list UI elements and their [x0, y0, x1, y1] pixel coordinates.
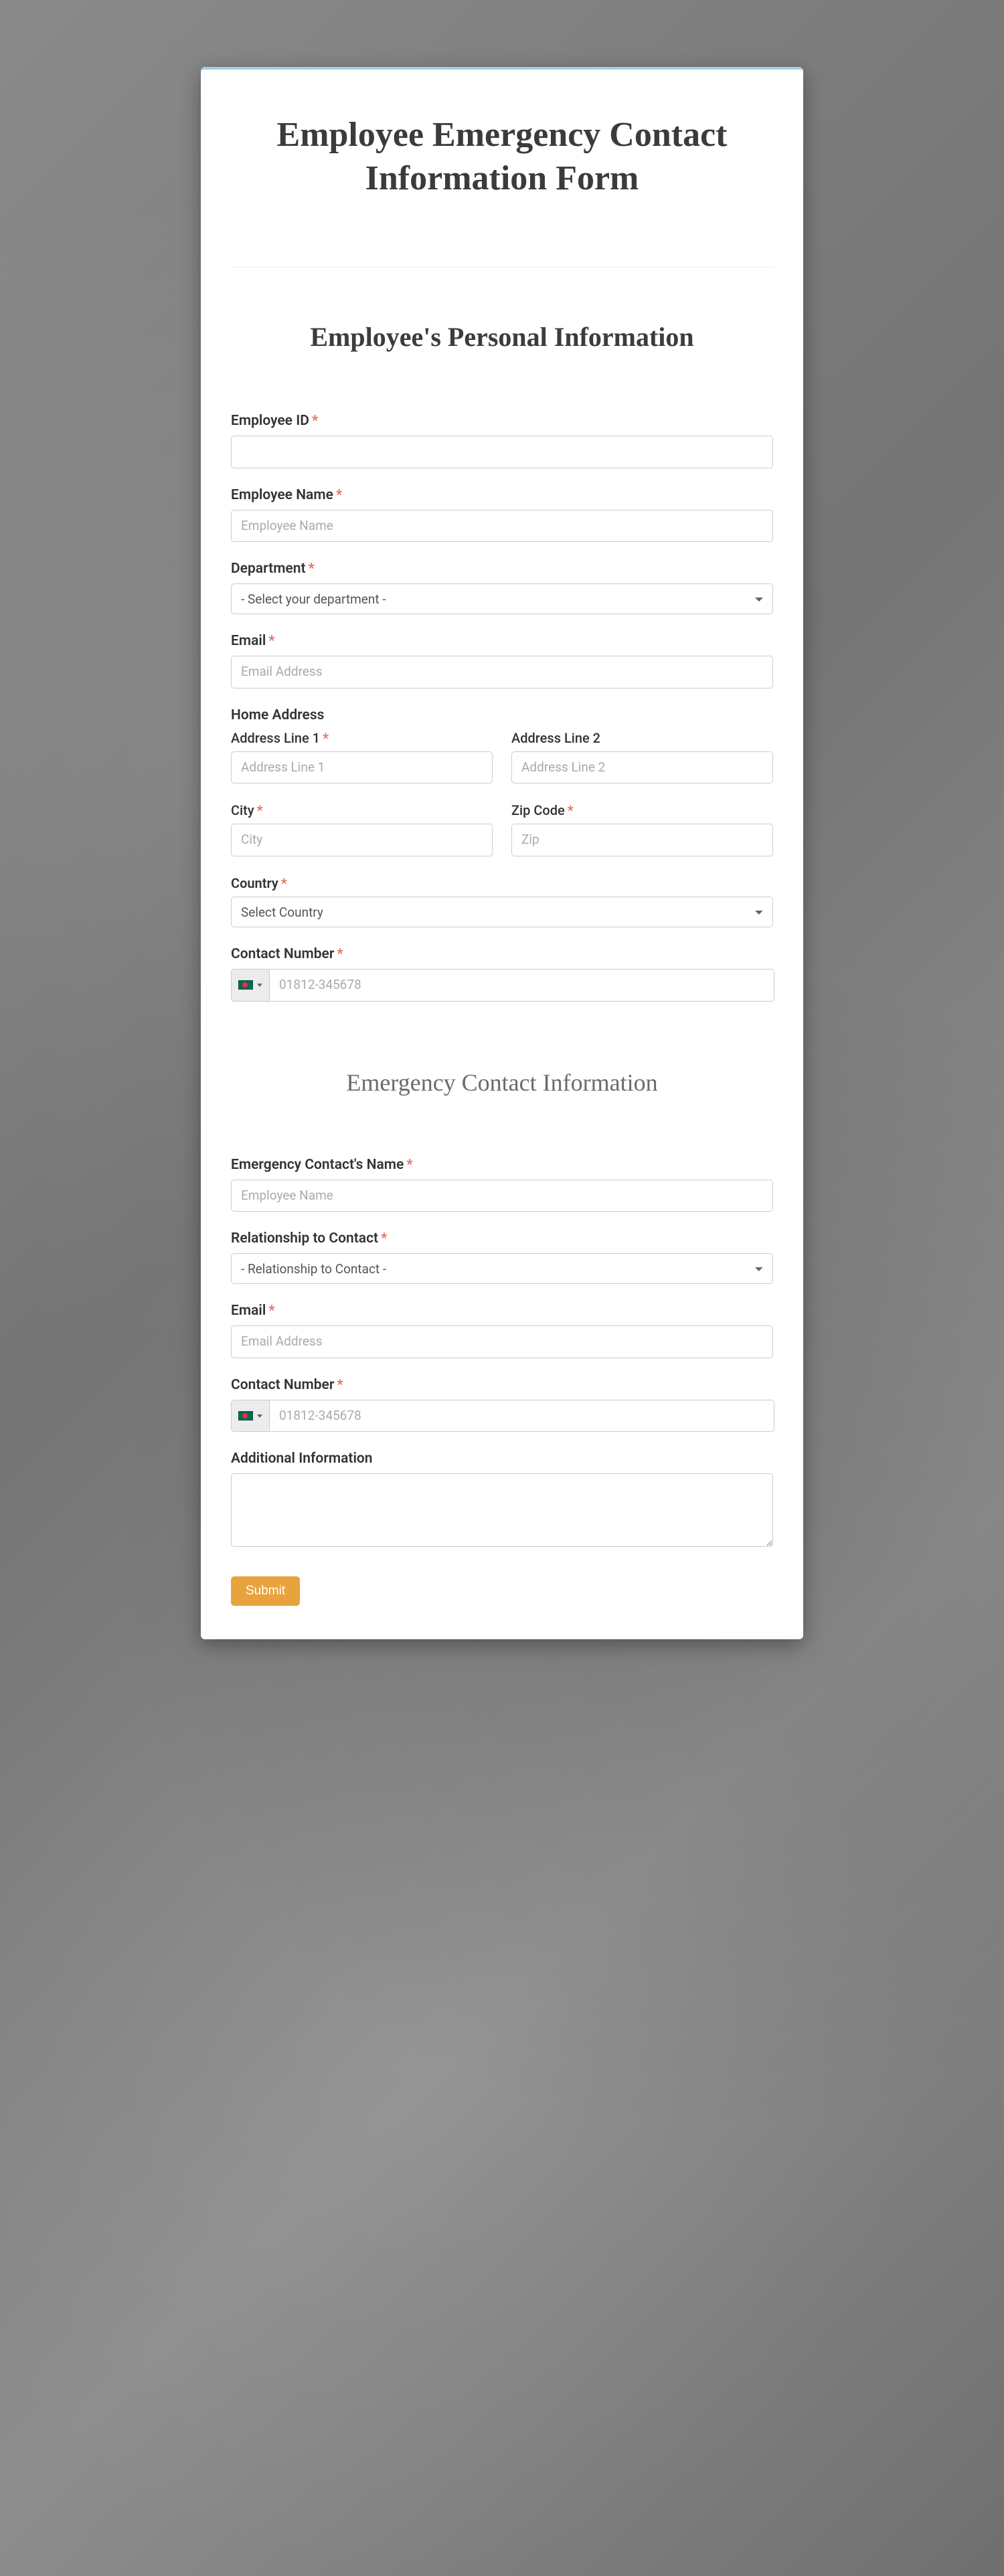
required-asterisk: *: [268, 633, 274, 649]
zip-input[interactable]: [511, 824, 773, 856]
employee-name-input[interactable]: [231, 510, 773, 543]
field-ec-name: Emergency Contact's Name*: [231, 1157, 773, 1212]
required-asterisk: *: [268, 1303, 274, 1319]
field-employee-name: Employee Name*: [231, 487, 773, 543]
label-home-address: Home Address: [231, 707, 773, 723]
divider: [231, 267, 773, 268]
section-title-emergency: Emergency Contact Information: [231, 1069, 773, 1097]
label-department: Department*: [231, 561, 773, 577]
field-address-line-2: Address Line 2: [511, 730, 773, 784]
required-asterisk: *: [381, 1230, 387, 1247]
label-additional-info: Additional Information: [231, 1451, 773, 1467]
label-ec-name: Emergency Contact's Name*: [231, 1157, 773, 1173]
section-title-personal: Employee's Personal Information: [231, 321, 773, 353]
row-address-lines: Address Line 1* Address Line 2: [231, 730, 773, 803]
required-asterisk: *: [336, 487, 342, 503]
field-home-address-header: Home Address: [231, 707, 773, 723]
label-address-line-2: Address Line 2: [511, 730, 773, 746]
field-ec-relationship: Relationship to Contact* - Relationship …: [231, 1230, 773, 1284]
address-line-2-input[interactable]: [511, 751, 773, 784]
country-select[interactable]: Select Country: [231, 897, 773, 927]
field-country: Country* Select Country: [231, 875, 773, 927]
ec-name-input[interactable]: [231, 1180, 773, 1212]
required-asterisk: *: [323, 730, 329, 746]
country-code-dropdown[interactable]: [232, 970, 270, 1001]
label-zip: Zip Code*: [511, 802, 773, 818]
label-ec-email: Email*: [231, 1303, 773, 1319]
employee-id-input[interactable]: [231, 436, 773, 468]
required-asterisk: *: [568, 802, 574, 818]
contact-number-input[interactable]: [270, 970, 774, 1001]
email-input[interactable]: [231, 656, 773, 688]
form-card: Employee Emergency Contact Information F…: [201, 67, 803, 1639]
required-asterisk: *: [337, 1377, 343, 1393]
required-asterisk: *: [257, 802, 263, 818]
chevron-down-icon: [257, 1414, 262, 1418]
additional-info-textarea[interactable]: [231, 1473, 773, 1547]
field-email: Email*: [231, 633, 773, 688]
label-city: City*: [231, 802, 493, 818]
department-select[interactable]: - Select your department -: [231, 583, 773, 614]
flag-bangladesh-icon: [238, 1411, 253, 1420]
ec-email-input[interactable]: [231, 1325, 773, 1358]
flag-bangladesh-icon: [238, 980, 253, 990]
required-asterisk: *: [281, 875, 287, 891]
required-asterisk: *: [309, 561, 315, 577]
ec-contact-number-input[interactable]: [270, 1400, 774, 1432]
label-employee-id: Employee ID*: [231, 413, 773, 429]
label-country: Country*: [231, 875, 773, 891]
row-city-zip: City* Zip Code*: [231, 802, 773, 875]
submit-button[interactable]: Submit: [231, 1576, 300, 1606]
ec-country-code-dropdown[interactable]: [232, 1400, 270, 1432]
field-additional-info: Additional Information: [231, 1451, 773, 1550]
city-input[interactable]: [231, 824, 493, 856]
field-ec-contact-number: Contact Number*: [231, 1377, 773, 1433]
address-line-1-input[interactable]: [231, 751, 493, 784]
label-contact-number: Contact Number*: [231, 946, 773, 962]
label-ec-relationship: Relationship to Contact*: [231, 1230, 773, 1247]
field-department: Department* - Select your department -: [231, 561, 773, 614]
field-city: City*: [231, 802, 493, 856]
required-asterisk: *: [337, 946, 343, 962]
field-address-line-1: Address Line 1*: [231, 730, 493, 784]
required-asterisk: *: [406, 1157, 412, 1173]
label-ec-contact-number: Contact Number*: [231, 1377, 773, 1393]
ec-phone-input-wrap: [231, 1400, 774, 1433]
ec-relationship-select[interactable]: - Relationship to Contact -: [231, 1253, 773, 1284]
phone-input-wrap: [231, 969, 774, 1002]
page-title: Employee Emergency Contact Information F…: [231, 113, 773, 200]
required-asterisk: *: [312, 413, 318, 429]
field-zip: Zip Code*: [511, 802, 773, 856]
label-employee-name: Employee Name*: [231, 487, 773, 503]
field-contact-number: Contact Number*: [231, 946, 773, 1002]
label-address-line-1: Address Line 1*: [231, 730, 493, 746]
label-email: Email*: [231, 633, 773, 649]
field-employee-id: Employee ID*: [231, 413, 773, 468]
field-ec-email: Email*: [231, 1303, 773, 1358]
chevron-down-icon: [257, 984, 262, 987]
